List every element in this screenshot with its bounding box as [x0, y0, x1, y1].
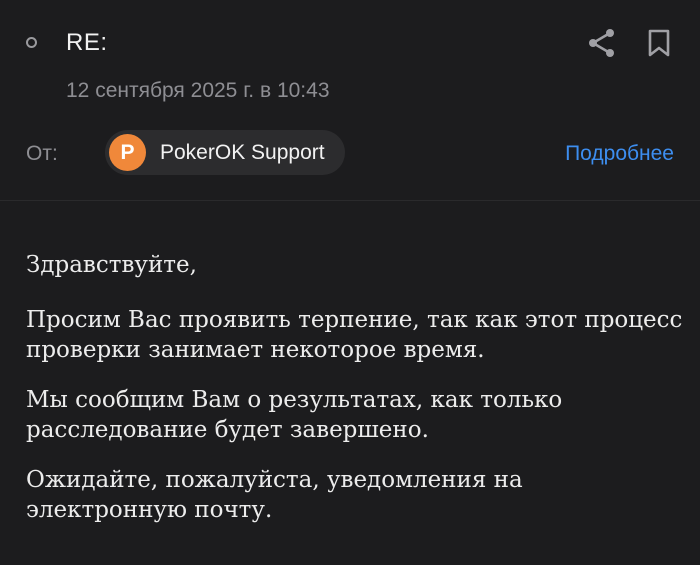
email-body: Здравствуйте, Просим Вас проявить терпен…: [26, 250, 686, 545]
details-link[interactable]: Подробнее: [565, 142, 674, 166]
sender-avatar: P: [109, 134, 146, 171]
email-header: RE: 12 сентября 2025 г. в 10:43 От: P Po…: [0, 0, 700, 200]
greeting-text: Здравствуйте,: [26, 252, 197, 278]
body-paragraph: Ожидайте, пожалуйста, уведомления на эле…: [26, 467, 523, 523]
email-date: 12 сентября 2025 г. в 10:43: [66, 79, 330, 102]
body-paragraph: Просим Вас проявить терпение, так как эт…: [26, 307, 683, 363]
share-icon: [589, 29, 614, 57]
header-divider: [0, 200, 700, 201]
sender-chip[interactable]: P PokerOK Support: [105, 130, 345, 175]
share-button[interactable]: [586, 27, 618, 59]
from-label: От:: [26, 142, 58, 165]
bookmark-icon: [648, 29, 670, 57]
body-paragraph: Мы сообщим Вам о результатах, как только…: [26, 387, 563, 443]
sender-name: PokerOK Support: [160, 140, 325, 164]
unread-indicator-icon[interactable]: [26, 37, 37, 48]
bookmark-button[interactable]: [645, 28, 673, 58]
email-subject: RE:: [66, 29, 108, 56]
